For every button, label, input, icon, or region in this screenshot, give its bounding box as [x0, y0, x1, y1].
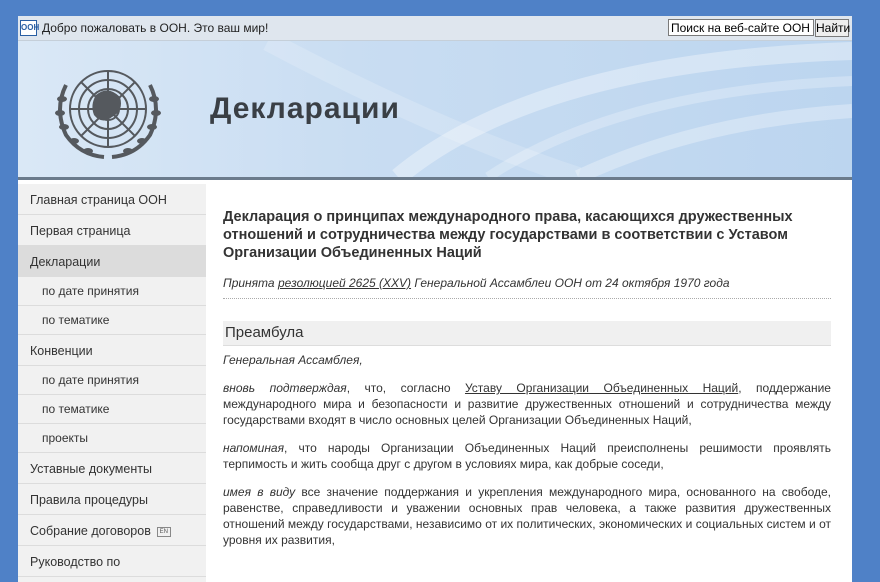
sidebar-item[interactable]: Собрание договоров EN [18, 515, 206, 546]
top-bar: ООН Добро пожаловать в ООН. Это ваш мир!… [18, 16, 852, 41]
adoption-prefix: Принята [223, 276, 278, 290]
search-input[interactable] [668, 19, 814, 36]
paragraph-text: , что народы Организации Объединенных На… [223, 441, 831, 471]
paragraph-lead: имея в виду [223, 485, 296, 499]
un-emblem-icon [55, 70, 161, 159]
banner-divider [18, 177, 852, 180]
preamble-paragraph: имея в виду все значение поддержания и у… [223, 484, 831, 548]
sidebar-subitem[interactable]: по тематике [18, 395, 206, 424]
resolution-link[interactable]: резолюцией 2625 (XXV) [278, 276, 411, 290]
sidebar-subitem[interactable]: по дате принятия [18, 277, 206, 306]
sidebar-nav: Главная страница ООН Первая страница Дек… [18, 184, 206, 577]
sidebar-item-label: Собрание договоров [30, 524, 151, 538]
sidebar-subitem[interactable]: по тематике [18, 306, 206, 335]
preamble-intro-text: Генеральная Ассамблея, [223, 353, 363, 367]
page-title: Декларации [210, 92, 400, 125]
sidebar-subitem[interactable]: проекты [18, 424, 206, 453]
sidebar-item[interactable]: Конвенции [18, 335, 206, 366]
sidebar-subitem[interactable]: по дате принятия [18, 366, 206, 395]
welcome-text: Добро пожаловать в ООН. Это ваш мир! [42, 21, 269, 35]
sidebar-item[interactable]: Первая страница [18, 215, 206, 246]
paragraph-text: , что, согласно [346, 381, 465, 395]
section-heading: Преамбула [223, 321, 831, 346]
charter-link[interactable]: Уставу Организации Объединенных Наций [465, 381, 738, 395]
preamble-intro: Генеральная Ассамблея, [223, 352, 831, 368]
header-banner: Декларации [18, 41, 852, 177]
paragraph-text: все значение поддержания и укрепления ме… [223, 485, 831, 547]
sidebar: Главная страница ООН Первая страница Дек… [18, 184, 206, 582]
search-button[interactable]: Найти [815, 19, 850, 37]
document-title: Декларация о принципах международного пр… [223, 209, 793, 261]
paragraph-lead: вновь подтверждая [223, 381, 347, 395]
paragraph-lead: напоминая [223, 441, 285, 455]
sidebar-item[interactable]: Руководство по [18, 546, 206, 577]
main-content: Декларация о принципах международного пр… [223, 208, 831, 548]
preamble-paragraph: вновь подтверждая, что, согласно Уставу … [223, 380, 831, 428]
page: ООН Добро пожаловать в ООН. Это ваш мир!… [18, 16, 852, 582]
un-mini-logo-icon[interactable]: ООН [20, 20, 39, 36]
english-only-icon: EN [156, 526, 171, 537]
preamble-paragraph: напоминая, что народы Организации Объеди… [223, 440, 831, 472]
adoption-suffix: Генеральной Ассамблеи ООН от 24 октября … [411, 276, 730, 290]
sidebar-item-active[interactable]: Декларации [18, 246, 206, 277]
sidebar-item[interactable]: Главная страница ООН [18, 184, 206, 215]
sidebar-item[interactable]: Уставные документы [18, 453, 206, 484]
sidebar-item[interactable]: Правила процедуры [18, 484, 206, 515]
adoption-note: Принята резолюцией 2625 (XXV) Генерально… [223, 276, 831, 299]
